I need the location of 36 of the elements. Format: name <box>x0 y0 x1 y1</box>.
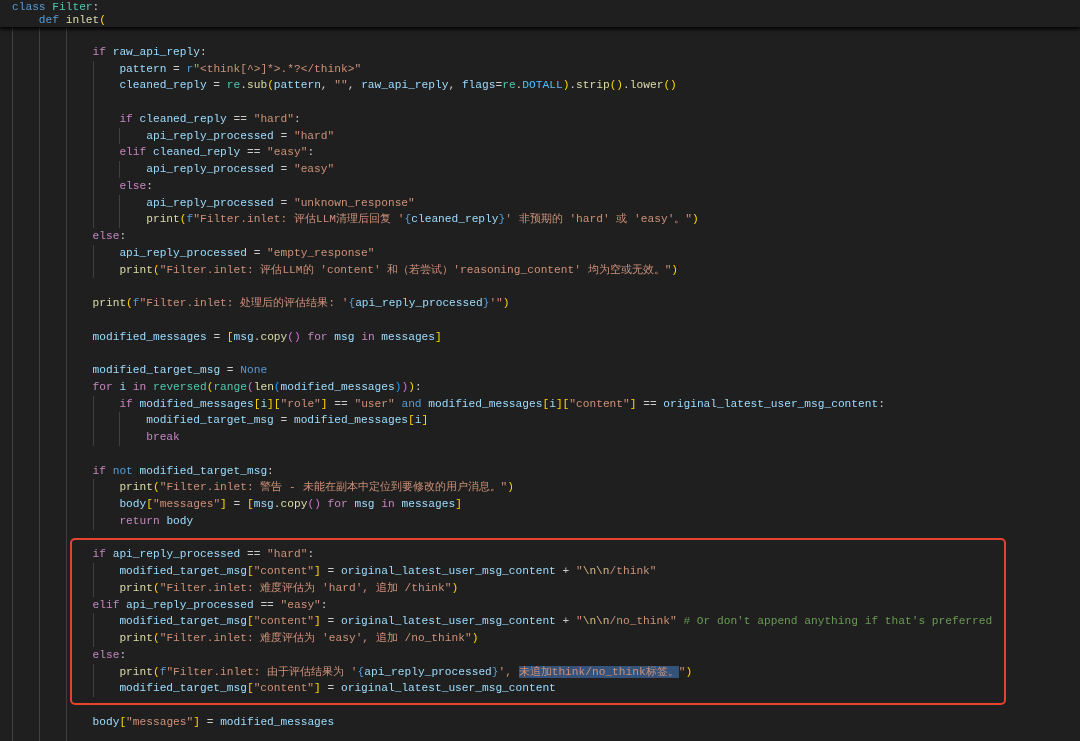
code-line: modified_target_msg["content"] = original_latest_user_msg_content + "\n\n/no_think" # Or don't append anything if that's preferred <box>119 614 993 630</box>
code-line: elif api_reply_processed == "easy": <box>92 597 328 613</box>
code-line: for i in reversed(range(len(modified_messages))): <box>92 379 422 395</box>
code-line: print(f"Filter.inlet: 评估LLM清理后回复 '{cleaned_reply}' 非预期的 'hard' 或 'easy'。") <box>146 212 699 228</box>
code-line: else: <box>92 229 127 244</box>
code-line: cleaned_reply = re.sub(pattern, "", raw_api_reply, flags=re.DOTALL).strip().lower() <box>119 78 677 94</box>
sticky-scroll-line[interactable]: def inlet( <box>38 13 106 27</box>
code-line: body["messages"] = [msg.copy() for msg in messages] <box>119 497 462 512</box>
code-line: api_reply_processed = "unknown_response" <box>146 195 415 211</box>
code-line: api_reply_processed = "easy" <box>146 162 335 177</box>
code-line: else: <box>119 178 153 194</box>
code-line: print(f"Filter.inlet: 处理后的评估结果: '{api_reply_processed}'") <box>92 296 510 311</box>
code-line: if modified_messages[i]["role"] == "user" and modified_messages[i]["content"] == original_latest_user_msg_content: <box>119 396 885 412</box>
code-line: body["messages"] = modified_messages <box>92 714 335 730</box>
code-line: modified_target_msg["content"] = original_latest_user_msg_content <box>119 681 556 697</box>
code-line: modified_target_msg["content"] = original_latest_user_msg_content + "\n\n/think" <box>119 564 657 579</box>
code-line: print("Filter.inlet: 难度评估为 'hard', 追加 /think") <box>119 580 459 596</box>
sticky-scroll-line[interactable]: class Filter: <box>12 0 100 14</box>
code-line: modified_target_msg = None <box>92 363 268 378</box>
code-line: if not modified_target_msg: <box>92 463 274 479</box>
code-line: elif cleaned_reply == "easy": <box>119 145 315 161</box>
code-line: break <box>146 430 180 445</box>
code-line: modified_messages = [msg.copy() for msg in messages] <box>92 329 442 345</box>
code-line: pattern = r"<think[^>]*>.*?</think>" <box>119 61 362 77</box>
code-line: print(f"Filter.inlet: 由于评估结果为 '{api_reply_processed}', 未追加think/no_think标签。") <box>119 664 693 680</box>
code-line: if cleaned_reply == "hard": <box>119 111 301 127</box>
code-line: else: <box>92 647 127 663</box>
code-line: api_reply_processed = "empty_response" <box>119 245 375 261</box>
code-line: modified_target_msg = modified_messages[i] <box>146 413 429 429</box>
code-line: api_reply_processed = "hard" <box>146 128 335 144</box>
code-line: if raw_api_reply: <box>92 44 207 60</box>
code-line: print("Filter.inlet: 警告 - 未能在副本中定位到要修改的用户消息。") <box>119 480 514 496</box>
code-line: print("Filter.inlet: 评估LLM的 'content' 和（若尝试）'reasoning_content' 均为空或无效。") <box>119 262 679 278</box>
code-line: if api_reply_processed == "hard": <box>92 547 315 563</box>
code-line: return body <box>119 513 194 529</box>
code-line: print("Filter.inlet: 难度评估为 'easy', 追加 /no_think") <box>119 631 479 646</box>
